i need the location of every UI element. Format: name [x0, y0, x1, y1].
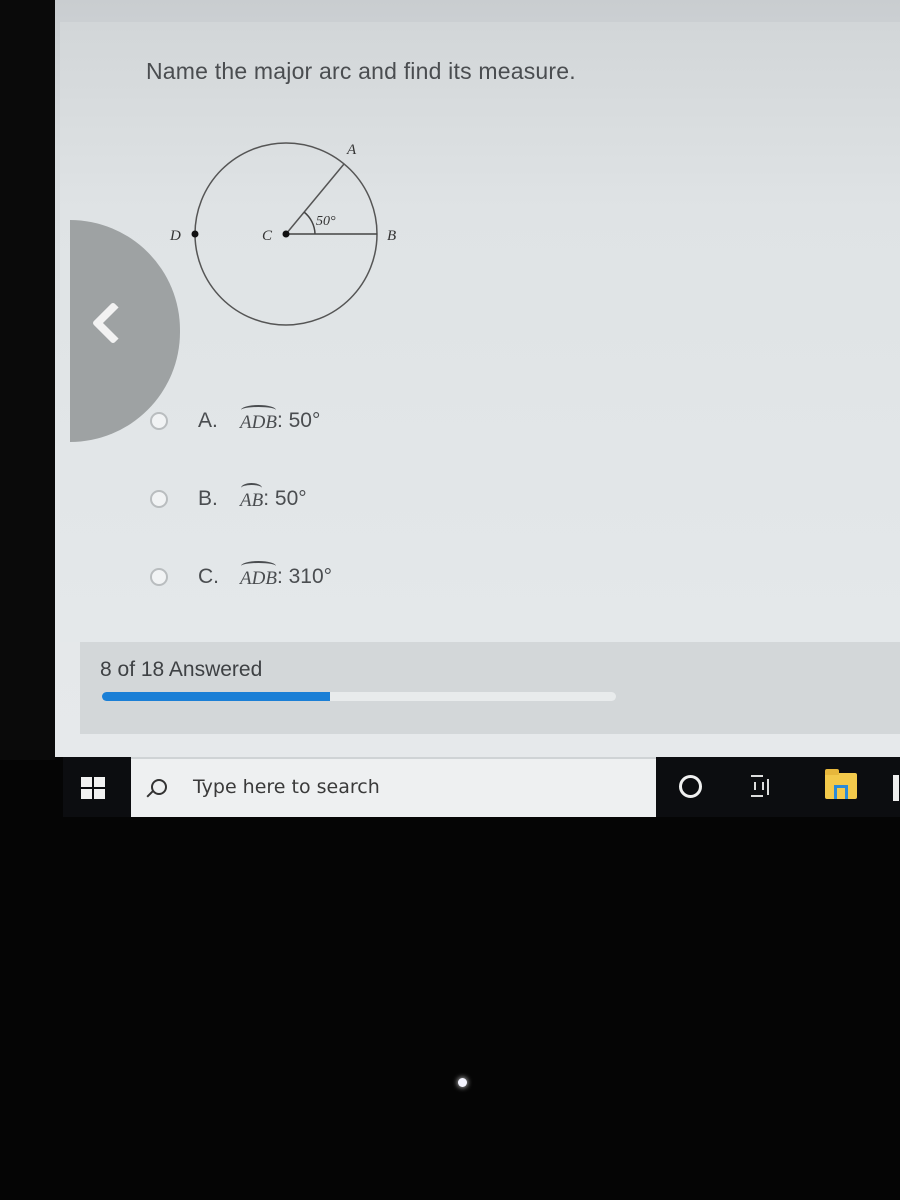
- choice-letter: B.: [198, 487, 218, 510]
- radio-button[interactable]: [150, 412, 168, 430]
- radio-button[interactable]: [150, 568, 168, 586]
- arc-measure: : 50°: [263, 487, 307, 510]
- monitor-bezel: [0, 0, 55, 760]
- choice-b[interactable]: B. AB : 50°: [150, 482, 307, 516]
- label-c: C: [262, 228, 273, 244]
- arc-notation: AB: [240, 483, 263, 512]
- arc-measure: : 310°: [276, 565, 333, 588]
- arc-notation: ADB: [240, 561, 277, 590]
- search-icon: [151, 779, 167, 795]
- progress-label: 8 of 18 Answered: [100, 658, 263, 681]
- radio-button[interactable]: [150, 490, 168, 508]
- angle-arc: [303, 211, 316, 235]
- point-d: [191, 230, 199, 238]
- taskbar-search-input[interactable]: Type here to search: [131, 757, 656, 817]
- task-view-icon[interactable]: [751, 775, 773, 799]
- progress-fill: [102, 692, 331, 701]
- cortana-icon[interactable]: [679, 775, 702, 798]
- label-b: B: [387, 228, 396, 244]
- choice-letter: A.: [198, 409, 218, 432]
- search-placeholder: Type here to search: [193, 776, 380, 798]
- question-prompt: Name the major arc and find its measure.: [146, 58, 576, 84]
- taskbar: Type here to search: [63, 757, 900, 817]
- label-d: D: [169, 228, 181, 244]
- taskbar-app-edge[interactable]: [893, 775, 899, 801]
- progress-panel: 8 of 18 Answered: [80, 642, 900, 734]
- arc-notation: ADB: [240, 405, 277, 434]
- choice-letter: C.: [198, 565, 219, 588]
- angle-label: 50°: [316, 214, 336, 229]
- choice-c[interactable]: C. ADB : 310°: [150, 560, 332, 594]
- progress-bar: [102, 692, 616, 701]
- file-explorer-icon[interactable]: [825, 769, 857, 799]
- chevron-left-icon: [91, 301, 135, 345]
- label-a: A: [346, 142, 357, 158]
- windows-icon[interactable]: [81, 777, 105, 799]
- choice-a[interactable]: A. ADB : 50°: [150, 404, 320, 438]
- power-led: [458, 1078, 467, 1087]
- point-c: [282, 230, 290, 238]
- arc-measure: : 50°: [276, 409, 321, 432]
- circle-diagram: A B C D 50°: [169, 142, 396, 326]
